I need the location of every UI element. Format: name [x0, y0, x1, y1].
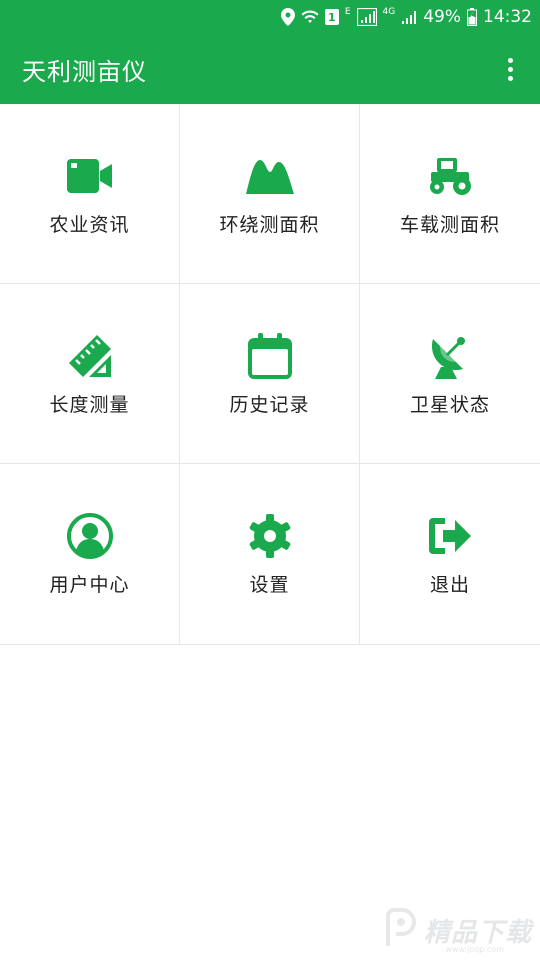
menu-label: 车载测面积	[399, 214, 500, 236]
tractor-icon	[426, 152, 474, 200]
menu-label: 农业资讯	[49, 214, 130, 236]
overflow-dot	[507, 57, 513, 63]
menu-settings[interactable]: 设置	[180, 464, 360, 644]
menu-label: 长度测量	[49, 394, 130, 416]
menu-user-center[interactable]: 用户中心	[0, 464, 180, 644]
sim-badge-icon: 1	[324, 9, 339, 25]
menu-history[interactable]: 历史记录	[180, 284, 360, 464]
sim-badge-number: 1	[327, 10, 336, 24]
menu-loop-area[interactable]: 环绕测面积	[180, 104, 360, 284]
signal-sim2-icon	[401, 7, 417, 27]
menu-logout[interactable]: 退出	[360, 464, 540, 644]
overflow-dot	[507, 75, 513, 81]
mountain-icon	[245, 152, 294, 200]
video-camera-icon	[66, 152, 114, 200]
calendar-icon	[246, 332, 294, 380]
satellite-dish-icon	[426, 332, 474, 380]
menu-satellite-status[interactable]: 卫星状态	[360, 284, 540, 464]
menu-label: 设置	[249, 574, 290, 596]
battery-percent: 49%	[423, 7, 461, 27]
network-type-4g: 4G	[382, 7, 396, 17]
app-title: 天利测亩仪	[22, 57, 147, 86]
menu-vehicle-area[interactable]: 车载测面积	[360, 104, 540, 284]
menu-label: 用户中心	[49, 574, 130, 596]
menu-label: 环绕测面积	[219, 214, 320, 236]
status-bar: 1 E 4G 49% 14:32	[0, 0, 540, 34]
battery-charging-icon	[467, 7, 477, 27]
menu-length-measure[interactable]: 长度测量	[0, 284, 180, 464]
wifi-icon	[301, 7, 319, 27]
logout-icon	[426, 512, 474, 560]
watermark-text: 精品下载	[423, 917, 532, 948]
menu-agri-news[interactable]: 农业资讯	[0, 104, 180, 284]
network-type-e: E	[344, 7, 351, 17]
watermark-logo-icon	[384, 908, 418, 952]
signal-sim1-icon	[356, 7, 377, 27]
overflow-dot	[507, 66, 513, 72]
gear-icon	[246, 512, 294, 560]
main-menu-grid: 农业资讯 环绕测面积 车载测面积 长度测量 历史记录 卫星状态 用户中心 设置 …	[0, 104, 540, 645]
clock: 14:32	[483, 7, 532, 27]
watermark-url: www.jpqp.com	[445, 945, 504, 954]
ruler-icon	[66, 332, 114, 380]
user-icon	[66, 512, 114, 560]
menu-label: 卫星状态	[409, 394, 490, 416]
location-icon	[280, 7, 295, 27]
menu-label: 退出	[429, 574, 470, 596]
overflow-menu-button[interactable]	[500, 54, 520, 84]
app-bar: 天利测亩仪	[0, 34, 540, 104]
menu-label: 历史记录	[229, 394, 310, 416]
watermark: 精品下载 www.jpqp.com	[384, 908, 532, 954]
